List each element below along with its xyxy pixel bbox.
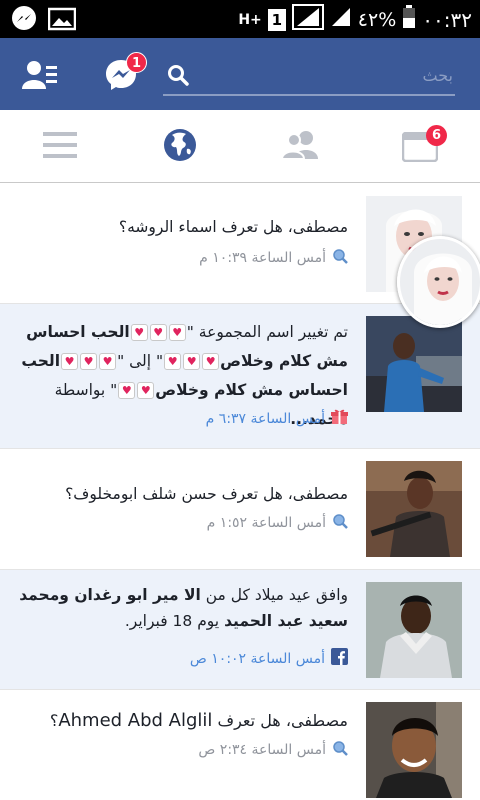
heart-emoji: ♥ <box>137 382 155 399</box>
friend-requests-tab[interactable] <box>280 130 320 164</box>
heart-emoji: ♥ <box>99 353 117 370</box>
sim-slot-icon: 1 <box>267 8 286 31</box>
notification-time: أمس الساعة ٦:٣٧ م <box>206 408 348 429</box>
avatar <box>366 582 462 678</box>
search-icon[interactable] <box>167 64 189 90</box>
notification-item[interactable]: تم تغيير اسم المجموعة "♥♥♥الحب احساس مش … <box>0 304 480 449</box>
messenger-notification-icon <box>10 5 38 37</box>
notification-time: أمس الساعة ١٠:٣٩ م <box>199 248 348 268</box>
gallery-icon <box>47 7 77 35</box>
avatar <box>366 702 462 798</box>
battery-icon <box>402 5 416 34</box>
notification-time: أمس الساعة ١:٥٢ م <box>207 513 348 533</box>
search-icon <box>332 248 348 268</box>
network-type: H+ <box>238 11 262 28</box>
heart-emoji: ♥ <box>183 353 201 370</box>
signal-icon <box>291 4 324 35</box>
search-icon <box>332 513 348 533</box>
notification-item[interactable]: مصطفى، هل تعرف حسن شلف ابومخلوف؟ أمس الس… <box>0 449 480 570</box>
clock: ٠٠:٣٢ <box>422 7 472 32</box>
notification-item[interactable]: وافق عيد ميلاد كل من الا مير ابو رغدان و… <box>0 570 480 690</box>
heart-emoji: ♥ <box>168 324 186 341</box>
notification-text: مصطفى، هل تعرف Ahmed Abd Alglil؟ <box>49 710 348 731</box>
menu-tab[interactable] <box>43 130 77 164</box>
friend-requests-icon[interactable] <box>22 60 58 94</box>
search-input[interactable]: بحث <box>163 56 455 96</box>
avatar <box>366 461 462 557</box>
tab-bar: 6 <box>0 110 480 183</box>
notifications-badge: 6 <box>426 125 447 146</box>
notification-time: أمس الساعة ٢:٣٤ ص <box>198 740 348 760</box>
notification-text: وافق عيد ميلاد كل من الا مير ابو رغدان و… <box>19 586 348 630</box>
notification-text: مصطفى، هل تعرف حسن شلف ابومخلوف؟ <box>65 485 348 503</box>
heart-emoji: ♥ <box>202 353 220 370</box>
heart-emoji: ♥ <box>130 324 148 341</box>
signal-2-icon <box>330 6 352 33</box>
heart-emoji: ♥ <box>80 353 98 370</box>
heart-emoji: ♥ <box>61 353 79 370</box>
status-bar: H+ 1 ٤٢% ٠٠:٣٢ <box>0 0 480 38</box>
heart-emoji: ♥ <box>149 324 167 341</box>
chat-head[interactable] <box>397 236 480 328</box>
battery-percent: ٤٢% <box>357 8 397 31</box>
heart-emoji: ♥ <box>164 353 182 370</box>
messenger-badge: 1 <box>126 52 147 73</box>
notification-item[interactable]: مصطفى، هل تعرف Ahmed Abd Alglil؟ أمس الس… <box>0 690 480 800</box>
facebook-icon <box>331 648 348 669</box>
avatar <box>366 316 462 412</box>
notifications-tab[interactable] <box>163 128 197 166</box>
notification-time: أمس الساعة ١٠:٠٢ ص <box>190 648 348 669</box>
search-placeholder: بحث <box>422 66 454 85</box>
gift-icon <box>331 408 348 429</box>
notification-text: مصطفى، هل تعرف اسماء الروشه؟ <box>118 218 348 236</box>
search-icon <box>332 740 348 760</box>
app-bar: 1 بحث <box>0 38 480 110</box>
heart-emoji: ♥ <box>118 382 136 399</box>
